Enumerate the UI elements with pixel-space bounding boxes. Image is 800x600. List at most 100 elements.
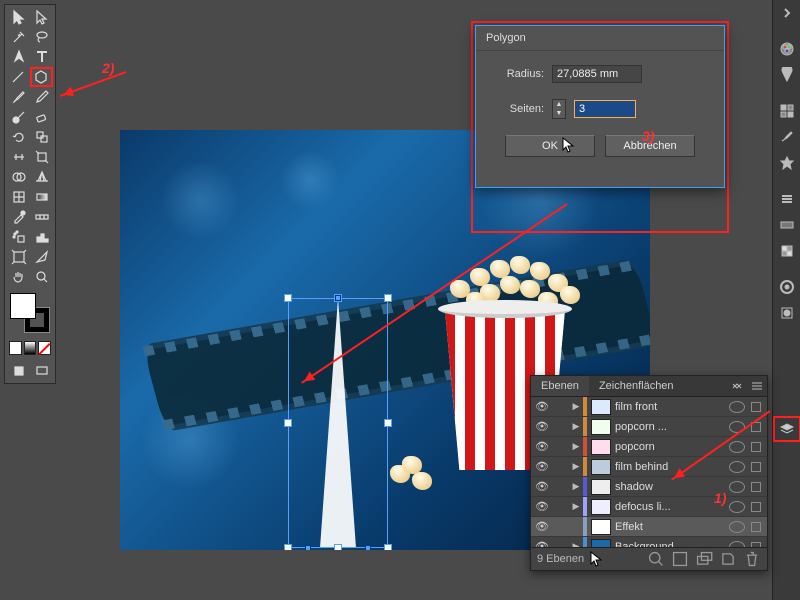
delete-layer-icon[interactable] <box>743 551 761 567</box>
lasso-tool[interactable] <box>30 27 53 47</box>
visibility-toggle-icon[interactable]: 👁 <box>531 400 553 413</box>
zoom-tool[interactable] <box>30 267 53 287</box>
width-tool[interactable] <box>7 147 30 167</box>
target-icon[interactable] <box>729 421 745 433</box>
visibility-toggle-icon[interactable]: 👁 <box>531 420 553 433</box>
anchor-point[interactable] <box>365 545 371 550</box>
spinner-up[interactable]: ▲ <box>553 100 565 109</box>
target-icon[interactable] <box>729 501 745 513</box>
anchor-point[interactable] <box>305 545 311 550</box>
layer-row[interactable]: 👁 ▶ shadow <box>531 477 767 497</box>
visibility-toggle-icon[interactable]: 👁 <box>531 480 553 493</box>
gradient-panel-icon[interactable] <box>773 212 800 238</box>
resize-handle[interactable] <box>384 419 392 427</box>
none-mode[interactable] <box>38 341 51 355</box>
resize-handle[interactable] <box>334 544 342 550</box>
mesh-tool[interactable] <box>7 187 30 207</box>
resize-handle[interactable] <box>284 544 292 550</box>
symbol-sprayer-tool[interactable] <box>7 227 30 247</box>
free-transform-tool[interactable] <box>30 147 53 167</box>
hand-tool[interactable] <box>7 267 30 287</box>
rotate-tool[interactable] <box>7 127 30 147</box>
eraser-tool[interactable] <box>30 107 53 127</box>
target-icon[interactable] <box>729 461 745 473</box>
graphic-styles-icon[interactable] <box>773 300 800 326</box>
layer-name[interactable]: film front <box>615 401 723 413</box>
blend-tool[interactable] <box>30 207 53 227</box>
pen-tool[interactable] <box>7 47 30 67</box>
fill-swatch[interactable] <box>10 293 36 319</box>
sides-input[interactable] <box>574 100 636 118</box>
gradient-tool[interactable] <box>30 187 53 207</box>
expand-toggle-icon[interactable]: ▶ <box>569 481 583 492</box>
slice-tool[interactable] <box>30 247 53 267</box>
radius-input[interactable] <box>552 65 642 83</box>
direct-selection-tool[interactable] <box>30 7 53 27</box>
ok-button[interactable]: OK <box>505 135 595 157</box>
polygon-tool[interactable] <box>30 67 53 87</box>
visibility-toggle-icon[interactable]: 👁 <box>531 540 553 547</box>
blob-brush-tool[interactable] <box>7 107 30 127</box>
stroke-panel-icon[interactable] <box>773 186 800 212</box>
layer-name[interactable]: Background <box>615 541 723 548</box>
new-layer-icon[interactable] <box>719 551 737 567</box>
draw-mode-normal[interactable] <box>7 361 30 381</box>
visibility-toggle-icon[interactable]: 👁 <box>531 520 553 533</box>
resize-handle[interactable] <box>284 419 292 427</box>
expand-toggle-icon[interactable]: ▶ <box>569 421 583 432</box>
panel-collapse-icon[interactable] <box>727 376 747 396</box>
target-icon[interactable] <box>729 401 745 413</box>
panel-menu-icon[interactable] <box>747 376 767 396</box>
resize-handle[interactable] <box>284 294 292 302</box>
pencil-tool[interactable] <box>30 87 53 107</box>
layer-row[interactable]: 👁▶film behind <box>531 457 767 477</box>
expand-toggle-icon[interactable]: ▶ <box>569 441 583 452</box>
layer-name[interactable]: popcorn ... <box>615 421 723 433</box>
line-segment-tool[interactable] <box>7 67 30 87</box>
magic-wand-tool[interactable] <box>7 27 30 47</box>
artboard-tool[interactable] <box>7 247 30 267</box>
shape-builder-tool[interactable] <box>7 167 30 187</box>
fill-stroke-control[interactable] <box>7 287 53 339</box>
layer-row[interactable]: 👁▶defocus li... <box>531 497 767 517</box>
polygon-selection[interactable] <box>288 298 388 548</box>
visibility-toggle-icon[interactable]: 👁 <box>531 440 553 453</box>
layers-panel-icon[interactable] <box>773 416 800 442</box>
column-graph-tool[interactable] <box>30 227 53 247</box>
layer-row[interactable]: 👁Effekt <box>531 517 767 537</box>
symbols-icon[interactable] <box>773 150 800 176</box>
locate-object-icon[interactable] <box>647 551 665 567</box>
sides-spinner[interactable]: ▲ ▼ <box>552 99 566 119</box>
expand-toggle-icon[interactable]: ▶ <box>569 401 583 412</box>
cancel-button[interactable]: Abbrechen <box>605 135 695 157</box>
expand-dock-icon[interactable] <box>773 0 800 26</box>
expand-toggle-icon[interactable]: ▶ <box>569 461 583 472</box>
visibility-toggle-icon[interactable]: 👁 <box>531 460 553 473</box>
layer-name[interactable]: shadow <box>615 481 723 493</box>
target-icon[interactable] <box>729 441 745 453</box>
perspective-grid-tool[interactable] <box>30 167 53 187</box>
layer-row[interactable]: 👁 ▶ Background <box>531 537 767 547</box>
color-guide-icon[interactable] <box>773 62 800 88</box>
eyedropper-tool[interactable] <box>7 207 30 227</box>
resize-handle[interactable] <box>384 544 392 550</box>
new-sublayer-icon[interactable] <box>695 551 713 567</box>
target-icon[interactable] <box>729 541 745 548</box>
target-icon[interactable] <box>729 481 745 493</box>
transparency-icon[interactable] <box>773 238 800 264</box>
brushes-icon[interactable] <box>773 124 800 150</box>
target-icon[interactable] <box>729 521 745 533</box>
anchor-point[interactable] <box>335 295 341 301</box>
color-mode[interactable] <box>9 341 22 355</box>
layer-name[interactable]: popcorn <box>615 441 723 453</box>
layer-row[interactable]: 👁 ▶ popcorn <box>531 437 767 457</box>
gradient-mode[interactable] <box>24 341 37 355</box>
expand-toggle-icon[interactable]: ▶ <box>569 541 583 547</box>
selection-tool[interactable] <box>7 7 30 27</box>
appearance-icon[interactable] <box>773 274 800 300</box>
screen-mode[interactable] <box>30 361 53 381</box>
layer-row[interactable]: 👁 ▶ popcorn ... <box>531 417 767 437</box>
resize-handle[interactable] <box>384 294 392 302</box>
visibility-toggle-icon[interactable]: 👁 <box>531 500 553 513</box>
paintbrush-tool[interactable] <box>7 87 30 107</box>
